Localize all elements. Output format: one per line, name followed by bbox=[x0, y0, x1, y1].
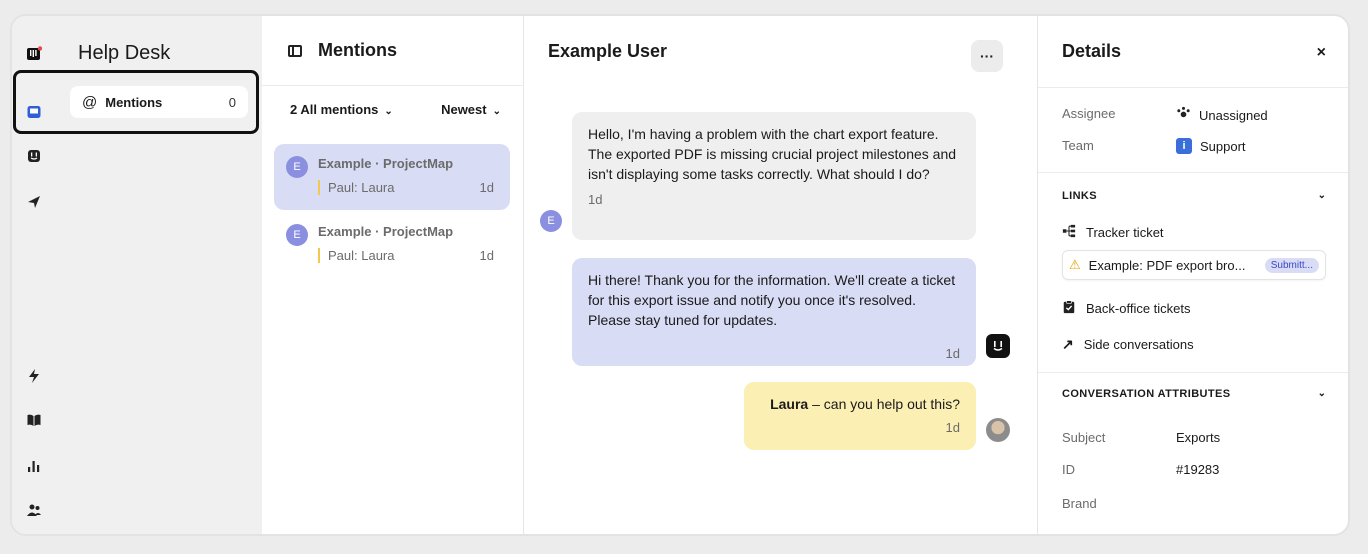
inbox-nav-panel: Help Desk @ Mentions 0 bbox=[58, 16, 262, 534]
unassigned-icon bbox=[1176, 106, 1191, 124]
avatar bbox=[986, 418, 1010, 442]
id-row: ID #19283 bbox=[1062, 462, 1220, 477]
bot-avatar-icon bbox=[986, 334, 1010, 358]
chevron-down-icon: ⌄ bbox=[384, 106, 393, 117]
status-badge: Submitt... bbox=[1264, 257, 1319, 273]
nav-item-mentions-label: Mentions bbox=[105, 94, 163, 110]
chevron-down-icon[interactable]: ⌄ bbox=[1318, 190, 1326, 201]
at-icon: @ bbox=[82, 93, 98, 111]
icon-rail bbox=[12, 16, 58, 534]
details-title: Details bbox=[1038, 16, 1348, 88]
knowledge-book-icon[interactable] bbox=[24, 410, 44, 430]
avatar: E bbox=[540, 210, 562, 232]
tracker-tree-icon bbox=[1062, 224, 1076, 241]
contacts-people-icon[interactable] bbox=[24, 500, 44, 520]
avatar: E bbox=[286, 156, 308, 178]
conversation-title: Example User bbox=[548, 40, 668, 61]
avatar: E bbox=[286, 224, 308, 246]
outbound-send-icon[interactable] bbox=[24, 192, 44, 212]
chevron-down-icon[interactable]: ⌄ bbox=[1318, 388, 1326, 399]
mention-name[interactable]: Laura bbox=[770, 396, 808, 412]
message-text: Hello, I'm having a problem with the cha… bbox=[588, 126, 957, 182]
conversation-item[interactable]: E Example · ProjectMap Paul: Laura 1d bbox=[274, 144, 510, 210]
arrow-up-right-icon: ↗ bbox=[1062, 336, 1074, 352]
filter-all-mentions[interactable]: 2 All mentions ⌄ bbox=[290, 102, 393, 117]
warning-icon: ⚠ bbox=[1069, 257, 1081, 272]
subject-row[interactable]: Subject Exports bbox=[1062, 430, 1220, 445]
conversation-time: 1d bbox=[479, 180, 494, 195]
side-conversations-link[interactable]: ↗ Side conversations bbox=[1062, 336, 1194, 353]
more-options-button[interactable]: ··· bbox=[971, 40, 1003, 72]
conversation-time: 1d bbox=[479, 248, 494, 263]
conversation-item[interactable]: E Example · ProjectMap Paul: Laura 1d bbox=[274, 212, 510, 278]
team-info-icon: i bbox=[1176, 138, 1192, 154]
nav-item-mentions-count: 0 bbox=[228, 94, 236, 110]
automation-bolt-icon[interactable] bbox=[24, 366, 44, 386]
ticket-title: Example: PDF export bro... bbox=[1088, 257, 1246, 273]
tracker-ticket-link[interactable]: Tracker ticket bbox=[1062, 224, 1164, 241]
conversation-snippet: Paul: Laura bbox=[318, 248, 395, 263]
nav-title: Help Desk bbox=[78, 42, 171, 64]
conversation-attributes-title: CONVERSATION ATTRIBUTES bbox=[1062, 388, 1231, 400]
inbox-icon[interactable] bbox=[24, 102, 44, 122]
back-office-tickets-link[interactable]: Back-office tickets bbox=[1062, 300, 1191, 317]
message-text: Laura – can you help out this? bbox=[770, 396, 960, 412]
reports-chart-icon[interactable] bbox=[24, 456, 44, 476]
message-bubble-note: Laura – can you help out this? 1d bbox=[744, 382, 976, 450]
conversation-snippet: Paul: Laura bbox=[318, 180, 395, 195]
messenger-icon[interactable] bbox=[24, 146, 44, 166]
team-row[interactable]: Team i Support bbox=[1062, 138, 1246, 154]
conversation-title: Example · ProjectMap bbox=[318, 156, 454, 171]
mentions-list-panel: Mentions 2 All mentions ⌄ Newest ⌄ E Examp… bbox=[262, 16, 524, 534]
message-time: 1d bbox=[588, 192, 603, 207]
sort-dropdown[interactable]: Newest ⌄ bbox=[441, 102, 501, 117]
conversation-title: Example · ProjectMap bbox=[318, 224, 454, 239]
app-window: Help Desk @ Mentions 0 Mentions 2 All me… bbox=[10, 14, 1350, 536]
chevron-down-icon: ⌄ bbox=[492, 106, 501, 117]
assignee-row[interactable]: Assignee Unassigned bbox=[1062, 106, 1268, 124]
message-bubble-bot: Hi there! Thank you for the information.… bbox=[572, 258, 976, 366]
links-section-title: LINKS bbox=[1062, 190, 1097, 202]
conversation-panel: Example User ··· Hello, I'm having a pro… bbox=[524, 16, 1038, 534]
app-logo-icon[interactable] bbox=[24, 44, 44, 64]
message-text: Hi there! Thank you for the information.… bbox=[588, 272, 956, 328]
list-title: Mentions bbox=[318, 40, 397, 60]
message-time: 1d bbox=[945, 420, 960, 435]
message-time: 1d bbox=[945, 346, 960, 361]
toggle-panel-icon[interactable] bbox=[288, 44, 302, 57]
details-panel: Details × Assignee Unassigned Team i Supp… bbox=[1038, 16, 1348, 534]
nav-item-mentions[interactable]: @ Mentions 0 bbox=[70, 86, 248, 118]
clipboard-check-icon bbox=[1062, 300, 1076, 317]
close-icon[interactable]: × bbox=[1317, 44, 1326, 62]
tracker-ticket-card[interactable]: ⚠ Example: PDF export bro... Submitt... bbox=[1062, 250, 1326, 280]
brand-row[interactable]: Brand bbox=[1062, 496, 1176, 511]
message-bubble-user: Hello, I'm having a problem with the cha… bbox=[572, 112, 976, 240]
